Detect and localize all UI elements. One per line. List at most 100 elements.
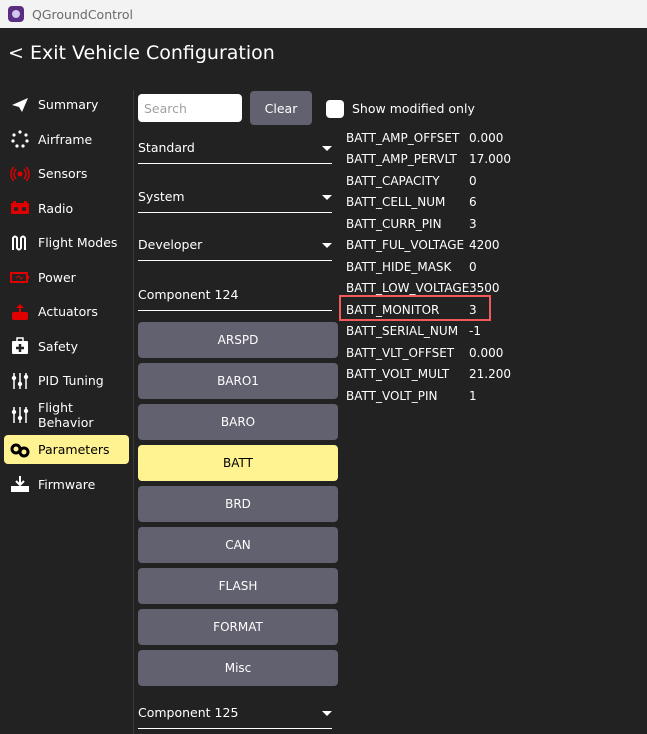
group-button-arspd[interactable]: ARSPD bbox=[138, 322, 338, 358]
sidebar-item-label: Power bbox=[38, 269, 76, 285]
sidebar-item-safety[interactable]: Safety bbox=[4, 332, 129, 361]
group-button-misc[interactable]: Misc bbox=[138, 650, 338, 686]
sidebar-item-flight-behavior[interactable]: Flight Behavior bbox=[4, 400, 129, 430]
chevron-down-icon bbox=[322, 711, 332, 716]
param-value: 1 bbox=[469, 388, 477, 403]
param-value: 6 bbox=[469, 195, 477, 210]
component2-value: Component 125 bbox=[138, 705, 239, 720]
app-logo-icon bbox=[8, 6, 24, 22]
mode-dropdown[interactable]: Developer bbox=[138, 237, 332, 261]
sidebar-item-airframe[interactable]: Airframe bbox=[4, 125, 129, 154]
param-value: -1 bbox=[469, 324, 481, 339]
window-titlebar: QGroundControl bbox=[0, 0, 647, 28]
group-button-flash[interactable]: FLASH bbox=[138, 568, 338, 604]
param-value: 0 bbox=[469, 173, 477, 188]
sidebar-item-label: Parameters bbox=[38, 442, 110, 457]
radio-icon bbox=[11, 201, 29, 214]
chevron-down-icon bbox=[322, 146, 332, 151]
param-value: 0 bbox=[469, 259, 477, 274]
param-value: 0.000 bbox=[469, 345, 504, 360]
param-name: BATT_AMP_PERVLT bbox=[346, 152, 457, 167]
sidebar-item-label: Sensors bbox=[38, 166, 88, 181]
component-value: Component 124 bbox=[138, 287, 239, 302]
param-row[interactable]: BATT_VOLT_PIN 1 bbox=[346, 385, 511, 407]
level-dropdown[interactable]: Standard bbox=[138, 140, 332, 164]
exit-vehicle-configuration-button[interactable]: < Exit Vehicle Configuration bbox=[8, 42, 275, 64]
firmware-download-icon bbox=[11, 476, 29, 492]
param-value: 4200 bbox=[469, 238, 500, 253]
sidebar-item-label: Radio bbox=[38, 200, 74, 216]
paper-plane-icon bbox=[12, 97, 28, 112]
category-dropdown[interactable]: System bbox=[138, 189, 332, 213]
param-row[interactable]: BATT_HIDE_MASK 0 bbox=[346, 256, 511, 278]
sidebar-item-sensors[interactable]: Sensors bbox=[4, 159, 129, 188]
sliders-icon bbox=[11, 407, 29, 423]
level-value: Standard bbox=[138, 140, 195, 155]
sidebar-item-label: Firmware bbox=[38, 476, 96, 492]
sidebar-item-summary[interactable]: Summary bbox=[4, 90, 129, 119]
sidebar-divider bbox=[133, 90, 134, 734]
show-modified-label: Show modified only bbox=[352, 101, 475, 116]
param-name: BATT_CAPACITY bbox=[346, 173, 440, 188]
param-row[interactable]: BATT_AMP_OFFSET 0.000 bbox=[346, 127, 511, 149]
window-title: QGroundControl bbox=[32, 6, 134, 22]
param-value: 0.000 bbox=[469, 130, 504, 145]
param-row[interactable]: BATT_CURR_PIN 3 bbox=[346, 213, 511, 235]
actuators-icon bbox=[12, 303, 28, 320]
search-input[interactable] bbox=[138, 94, 242, 122]
param-name: BATT_LOW_VOLTAGE bbox=[346, 281, 470, 296]
sidebar-item-radio[interactable]: Radio bbox=[4, 194, 129, 223]
sidebar-item-firmware[interactable]: Firmware bbox=[4, 470, 129, 499]
param-row[interactable]: BATT_CAPACITY 0 bbox=[346, 170, 511, 192]
group-button-baro1[interactable]: BARO1 bbox=[138, 363, 338, 399]
sidebar-item-label: Flight Behavior bbox=[38, 400, 94, 430]
sidebar-item-parameters[interactable]: Parameters bbox=[4, 435, 129, 464]
param-name: BATT_VOLT_MULT bbox=[346, 367, 450, 382]
sidebar-item-power[interactable]: Power bbox=[4, 263, 129, 292]
param-name: BATT_VOLT_PIN bbox=[346, 388, 438, 403]
param-value: 17.000 bbox=[469, 152, 511, 167]
highlight-box bbox=[339, 295, 491, 321]
sensors-icon bbox=[10, 166, 30, 181]
sliders-icon bbox=[11, 372, 29, 389]
sidebar-item-label: Summary bbox=[38, 97, 99, 112]
param-value: 3 bbox=[469, 216, 477, 231]
battery-icon bbox=[10, 272, 29, 283]
component-125-dropdown[interactable]: Component 125 bbox=[138, 705, 332, 729]
param-row[interactable]: BATT_FUL_VOLTAGE 4200 bbox=[346, 235, 511, 257]
flight-modes-icon bbox=[12, 235, 26, 250]
param-row[interactable]: BATT_AMP_PERVLT 17.000 bbox=[346, 149, 511, 171]
param-row[interactable]: BATT_VLT_OFFSET 0.000 bbox=[346, 342, 511, 364]
param-row[interactable]: BATT_CELL_NUM 6 bbox=[346, 192, 511, 214]
chevron-down-icon bbox=[322, 195, 332, 200]
param-value: 21.200 bbox=[469, 367, 511, 382]
sidebar-item-flight-modes[interactable]: Flight Modes bbox=[4, 228, 129, 257]
clear-button[interactable]: Clear bbox=[250, 91, 312, 125]
param-value: 3500 bbox=[469, 281, 500, 296]
group-button-baro[interactable]: BARO bbox=[138, 404, 338, 440]
first-aid-icon bbox=[12, 337, 28, 354]
sidebar-item-pid-tuning[interactable]: PID Tuning bbox=[4, 366, 129, 395]
group-button-can[interactable]: CAN bbox=[138, 527, 338, 563]
show-modified-checkbox[interactable] bbox=[326, 100, 344, 118]
param-name: BATT_HIDE_MASK bbox=[346, 259, 452, 274]
param-row[interactable]: BATT_VOLT_MULT 21.200 bbox=[346, 364, 511, 386]
component-124-header[interactable]: Component 124 bbox=[138, 287, 332, 311]
sidebar: Summary Airframe Sensors Radio Flight Modes P… bbox=[4, 90, 129, 504]
param-name: BATT_FUL_VOLTAGE bbox=[346, 238, 465, 253]
param-name: BATT_AMP_OFFSET bbox=[346, 130, 460, 145]
sidebar-item-label: Flight Modes bbox=[38, 235, 118, 250]
chevron-down-icon bbox=[322, 243, 332, 248]
mode-value: Developer bbox=[138, 237, 203, 252]
group-button-format[interactable]: FORMAT bbox=[138, 609, 338, 645]
airframe-dots-icon bbox=[11, 130, 29, 148]
group-button-batt[interactable]: BATT bbox=[138, 445, 338, 481]
sidebar-item-label: PID Tuning bbox=[38, 373, 104, 388]
sidebar-item-label: Airframe bbox=[38, 131, 93, 147]
param-name: BATT_SERIAL_NUM bbox=[346, 324, 459, 339]
param-name: BATT_VLT_OFFSET bbox=[346, 345, 455, 360]
group-button-brd[interactable]: BRD bbox=[138, 486, 338, 522]
param-row[interactable]: BATT_SERIAL_NUM -1 bbox=[346, 321, 511, 343]
param-name: BATT_CURR_PIN bbox=[346, 216, 442, 231]
sidebar-item-actuators[interactable]: Actuators bbox=[4, 297, 129, 326]
